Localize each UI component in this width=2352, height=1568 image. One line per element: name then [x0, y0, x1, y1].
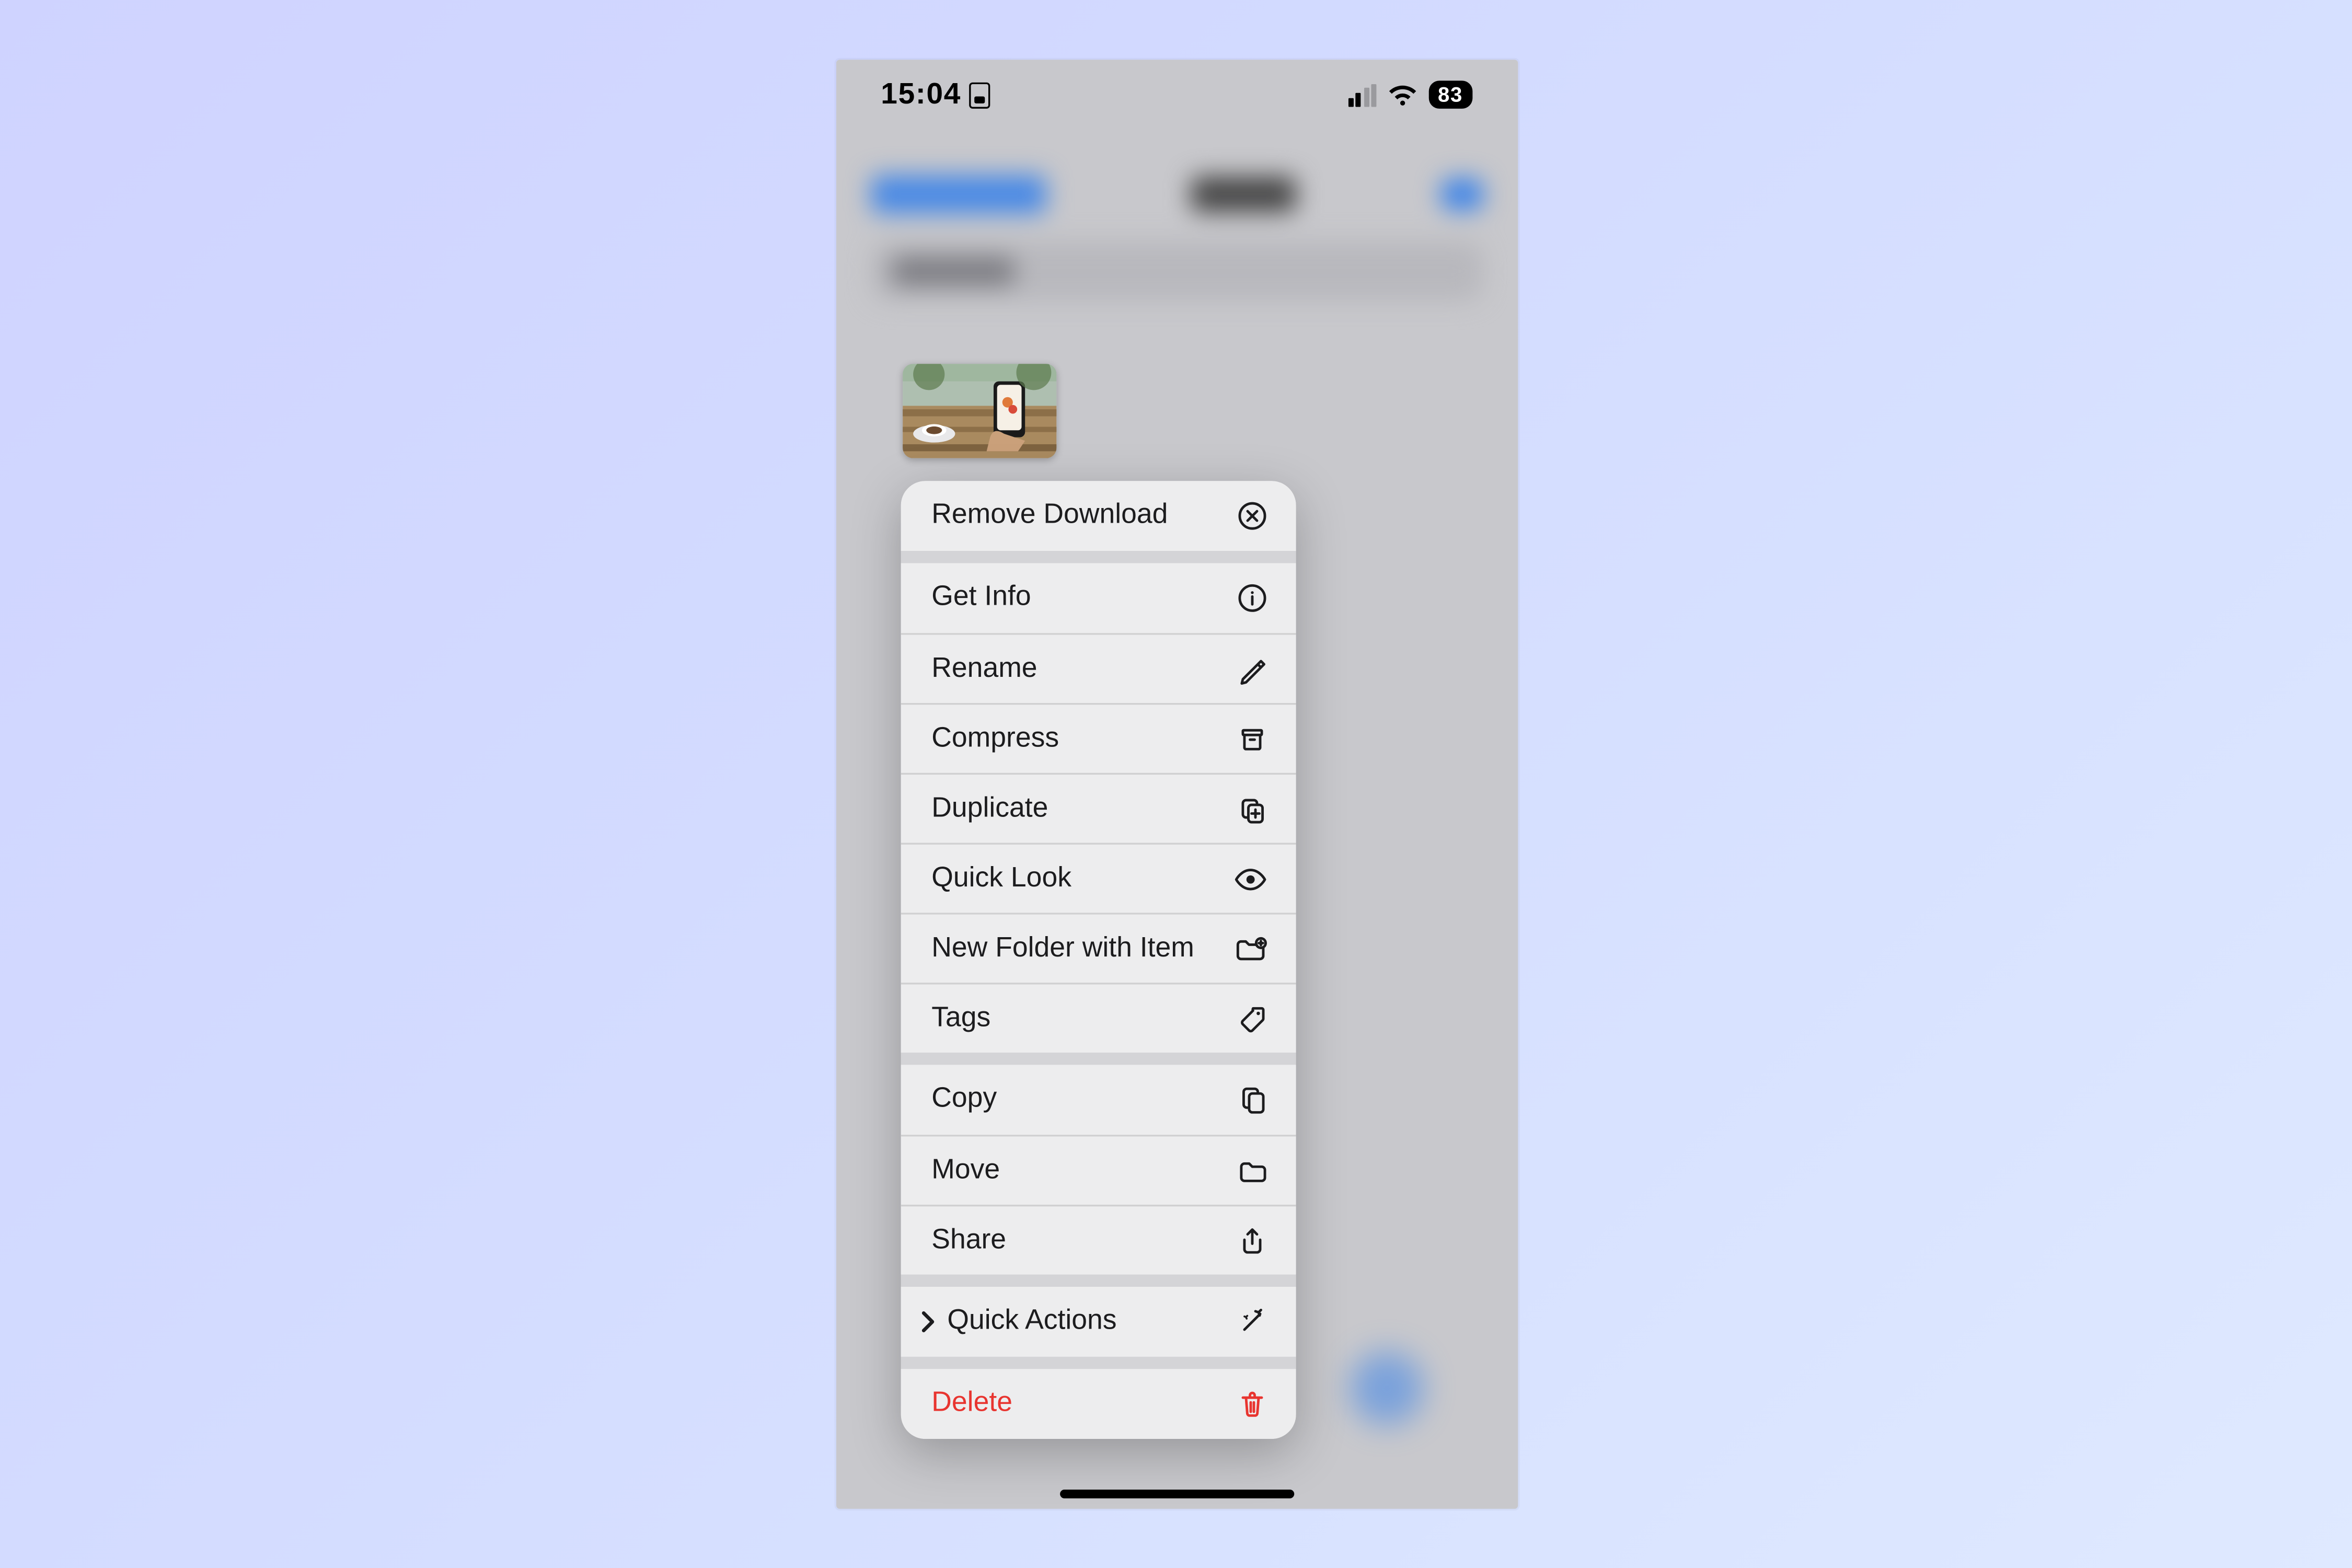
- tag-icon: [1232, 1002, 1267, 1034]
- menu-item-delete[interactable]: Delete: [900, 1369, 1295, 1439]
- menu-item-label: Quick Actions: [947, 1306, 1232, 1337]
- file-thumbnail[interactable]: [902, 364, 1055, 458]
- menu-item-rename[interactable]: Rename: [900, 633, 1295, 703]
- menu-item-quick-actions[interactable]: Quick Actions: [900, 1287, 1295, 1357]
- menu-item-label: New Folder with Item: [931, 932, 1232, 964]
- menu-item-label: Compress: [931, 723, 1232, 754]
- info-icon: [1232, 582, 1267, 614]
- pencil-icon: [1232, 653, 1267, 684]
- menu-item-copy[interactable]: Copy: [900, 1065, 1295, 1135]
- iphone-screenshot: 15:04 83: [835, 60, 1517, 1509]
- home-indicator: [1059, 1489, 1293, 1498]
- wifi-icon: [1387, 83, 1418, 106]
- menu-item-label: Tags: [931, 1002, 1232, 1034]
- menu-item-label: Share: [931, 1225, 1232, 1256]
- menu-item-get-info[interactable]: Get Info: [900, 563, 1295, 633]
- menu-item-label: Get Info: [931, 582, 1232, 614]
- menu-item-label: Quick Look: [931, 863, 1232, 894]
- duplicate-icon: [1232, 793, 1267, 824]
- context-menu: Remove Download Get Info Rename Compress Dup…: [900, 481, 1295, 1439]
- sim-card-icon: [970, 82, 990, 108]
- more-button-blurred: [1440, 178, 1482, 210]
- menu-item-tags[interactable]: Tags: [900, 983, 1295, 1053]
- chevron-right-icon: [917, 1309, 937, 1334]
- archive-icon: [1232, 723, 1267, 754]
- menu-item-duplicate[interactable]: Duplicate: [900, 773, 1295, 843]
- folder-plus-icon: [1232, 932, 1267, 964]
- menu-item-move[interactable]: Move: [900, 1135, 1295, 1205]
- menu-item-label: Remove Download: [931, 500, 1232, 532]
- menu-item-label: Move: [931, 1155, 1232, 1186]
- title-blurred: [1190, 177, 1295, 212]
- app-header-blurred: [835, 147, 1517, 356]
- tab-bar-dot-blurred: [1349, 1351, 1422, 1424]
- menu-item-label: Rename: [931, 653, 1232, 684]
- remove-circle-icon: [1232, 500, 1267, 532]
- menu-item-label: Copy: [931, 1084, 1232, 1115]
- menu-item-share[interactable]: Share: [900, 1204, 1295, 1274]
- share-icon: [1232, 1225, 1267, 1256]
- cellular-signal-icon: [1347, 83, 1376, 106]
- eye-icon: [1232, 863, 1267, 894]
- menu-item-quick-look[interactable]: Quick Look: [900, 843, 1295, 913]
- menu-item-label: Duplicate: [931, 793, 1232, 824]
- back-button-blurred: [870, 175, 1045, 213]
- folder-icon: [1232, 1155, 1267, 1186]
- status-bar: 15:04 83: [835, 60, 1517, 130]
- wand-icon: [1232, 1306, 1267, 1337]
- status-time: 15:04: [881, 77, 961, 112]
- status-bar-right: 83: [1347, 80, 1471, 109]
- search-field-blurred: [870, 241, 1482, 301]
- status-bar-left: 15:04: [881, 77, 991, 112]
- battery-indicator: 83: [1429, 80, 1471, 109]
- menu-item-compress[interactable]: Compress: [900, 702, 1295, 773]
- copy-icon: [1232, 1084, 1267, 1115]
- menu-item-new-folder[interactable]: New Folder with Item: [900, 913, 1295, 983]
- menu-item-label: Delete: [931, 1388, 1232, 1420]
- trash-icon: [1232, 1388, 1267, 1420]
- menu-item-remove-download[interactable]: Remove Download: [900, 481, 1295, 551]
